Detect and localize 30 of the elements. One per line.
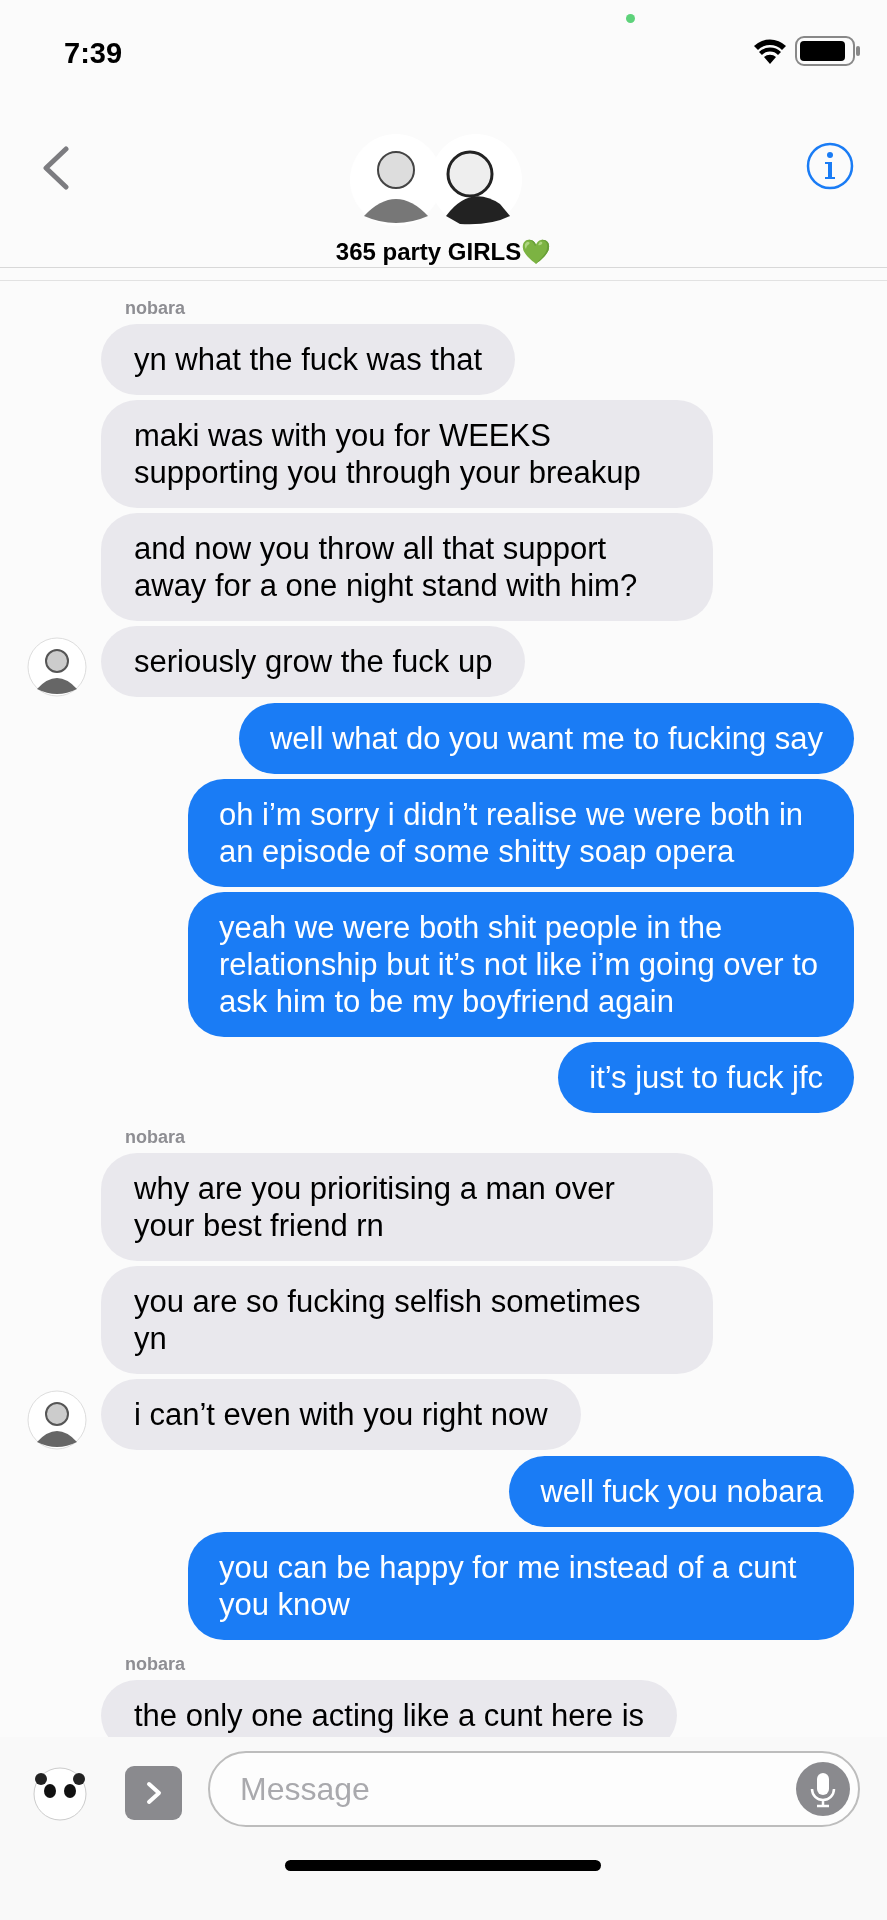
back-icon[interactable] [40, 146, 70, 190]
sender-name: nobara [125, 298, 185, 318]
outgoing-message-bubble: you can be happy for me instead of a cunt you know [188, 1532, 854, 1640]
chevron-right-icon [145, 1781, 162, 1805]
incoming-message-bubble: yn what the fuck was that [101, 324, 516, 395]
wifi-icon [752, 37, 788, 64]
outgoing-message-bubble: it’s just to fuck jfc [558, 1042, 854, 1113]
camera-indicator-icon [626, 14, 635, 23]
outgoing-message-bubble: well fuck you nobara [509, 1456, 854, 1527]
sender-name: nobara [125, 1654, 185, 1674]
message-input[interactable]: Message [240, 1765, 796, 1813]
incoming-message-bubble: seriously grow the fuck up [101, 626, 526, 697]
incoming-message-bubble: and now you throw all that support away for a one night stand with him? [101, 513, 713, 621]
outgoing-message-bubble: yeah we were both shit people in the relationship but it’s not like i’m going over to ask him to be my boyfriend again [188, 892, 854, 1037]
incoming-message-bubble: i can’t even with you right now [101, 1379, 581, 1450]
sender-name: nobara [125, 1127, 185, 1147]
user-avatar-icon[interactable] [33, 1767, 87, 1821]
incoming-message-bubble: the only one acting like a cunt here is [101, 1680, 678, 1737]
apps-button[interactable] [125, 1766, 182, 1820]
incoming-message-bubble: you are so fucking selfish sometimes yn [101, 1266, 713, 1374]
outgoing-message-bubble: well what do you want me to fucking say [238, 703, 854, 774]
microphone-icon[interactable] [796, 1762, 850, 1816]
battery-icon [795, 36, 861, 66]
incoming-message-bubble: maki was with you for WEEKS supporting you through your breakup [101, 400, 713, 508]
info-icon[interactable] [806, 142, 854, 190]
conversation-title[interactable]: 365 party GIRLS💚 [0, 234, 887, 270]
incoming-message-bubble: why are you prioritising a man over your best friend rn [101, 1153, 713, 1261]
message-field[interactable]: Message [208, 1751, 860, 1827]
outgoing-message-bubble: oh i’m sorry i didn’t realise we were both in an episode of some shitty soap opera [188, 779, 854, 887]
status-time: 7:39 [64, 36, 123, 71]
